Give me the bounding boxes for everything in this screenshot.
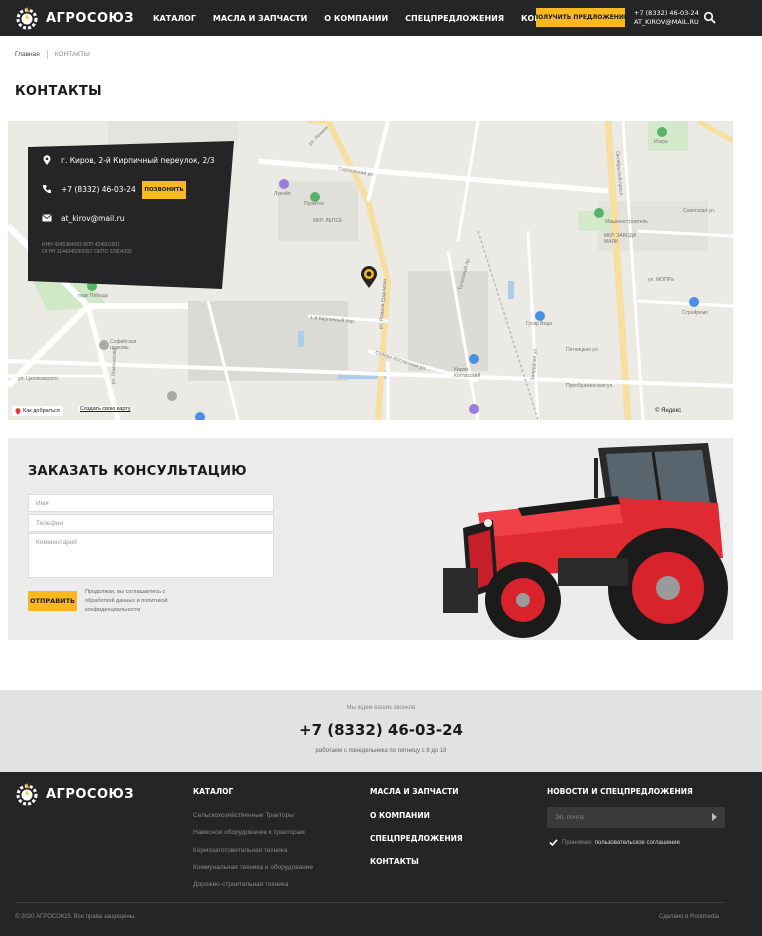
contact-email-row: at_kirov@mail.ru — [42, 213, 124, 223]
map-label-mkr-zavoda: МКР. ЗАВОДА МАЯК — [604, 233, 637, 245]
map-label-lomonosova: ул. Ломоносова — [110, 347, 118, 385]
logo-text: АГРОСОЮЗ — [46, 10, 135, 26]
footer-divider — [15, 902, 725, 903]
checkmark-icon[interactable] — [549, 838, 558, 847]
requisites-ogrn: ОГРН 1144345000357 ОКПО 32804305 — [42, 249, 133, 255]
breadcrumb-divider — [46, 50, 48, 59]
call-strip-caption: Мы ждем ваших звонков — [346, 705, 416, 711]
consultation-section: ЗАКАЗАТЬ КОНСУЛЬТАЦИЮ Имя Телефон Коммен… — [8, 438, 733, 640]
logo-gear-icon — [16, 7, 38, 30]
map-label-lukoil: Лукойл — [274, 191, 291, 197]
main-nav: КАТАЛОГ МАСЛА И ЗАПЧАСТИ О КОМПАНИИ СПЕЦ… — [153, 0, 590, 36]
footer-catalog-link[interactable]: Дорожно-строительная техника — [193, 881, 289, 888]
header-contacts: +7 (8332) 46-03-24 AT_KIROV@MAIL.RU — [634, 9, 699, 27]
map-label-promtek: Промтек — [304, 201, 324, 207]
map-label-pyatnitskaya: Пятницкая ул. — [566, 347, 599, 353]
submit-arrow-icon[interactable] — [712, 813, 717, 821]
footer-news-heading: НОВОСТИ И СПЕЦПРЕДЛОЖЕНИЯ — [547, 787, 693, 796]
breadcrumb: Главная КОНТАКТЫ — [15, 50, 90, 59]
phone-placeholder: Телефон — [36, 519, 63, 527]
name-field[interactable]: Имя — [28, 494, 274, 512]
mail-icon — [42, 214, 52, 222]
header-email[interactable]: AT_KIROV@MAIL.RU — [634, 18, 699, 27]
contact-phone[interactable]: +7 (8332) 46-03-24 — [61, 185, 136, 194]
footer-nav-about[interactable]: О КОМПАНИИ — [370, 811, 430, 820]
site-header: АГРОСОЮЗ КАТАЛОГ МАСЛА И ЗАПЧАСТИ О КОМП… — [0, 0, 762, 36]
map-label-mopra: ул. МОПРа — [648, 277, 674, 283]
footer-catalog-link[interactable]: Навесное оборудование к тракторам — [193, 829, 305, 836]
phone-icon — [42, 185, 51, 194]
nav-about[interactable]: О КОМПАНИИ — [324, 14, 388, 23]
footer-nav-offers[interactable]: СПЕЦПРЕДЛОЖЕНИЯ — [370, 834, 463, 843]
work-hours: работаем с понедельника по пятницу с 8 д… — [315, 748, 447, 754]
agreement-link[interactable]: пользовательское соглашение — [595, 840, 680, 846]
map-label-gusar-voda: Гусар Вода — [526, 321, 552, 327]
contact-phone-row: +7 (8332) 46-03-24 — [42, 184, 136, 194]
footer-logo-gear-icon — [16, 783, 38, 806]
footer-logo-text: АГРОСОЮЗ — [46, 786, 135, 802]
search-icon[interactable] — [703, 11, 717, 25]
map-label-preobrazhenskaya: Преображенская ул. — [566, 383, 614, 389]
contact-address: г. Киров, 2-й Кирпичный переулок, 2/3 — [61, 155, 215, 165]
footer-catalog-link[interactable]: Кормозаготовительная техника — [193, 847, 287, 854]
map-label-iskra: Искра — [654, 139, 668, 145]
nav-oils-parts[interactable]: МАСЛА И ЗАПЧАСТИ — [213, 14, 307, 23]
footer-nav-oils[interactable]: МАСЛА И ЗАПЧАСТИ — [370, 787, 458, 796]
phone-field[interactable]: Телефон — [28, 514, 274, 532]
footer-nav-contacts[interactable]: КОНТАКТЫ — [370, 857, 419, 866]
comment-placeholder: Комментарий — [36, 539, 77, 546]
consent-text: Продолжая, вы соглашаетесь с обработкой … — [85, 589, 168, 613]
footer-catalog-heading[interactable]: КАТАЛОГ — [193, 787, 233, 796]
map-label-sovetskaya: Советская ул. — [683, 208, 716, 214]
agreement-label: Принимаю — [562, 839, 592, 846]
nav-catalog[interactable]: КАТАЛОГ — [153, 14, 196, 23]
call-button[interactable]: ПОЗВОНИТЬ — [142, 181, 186, 199]
tractor-image — [443, 443, 728, 640]
footer-logo[interactable]: АГРОСОЮЗ — [14, 781, 134, 807]
submit-button[interactable]: ОТПРАВИТЬ — [28, 591, 77, 611]
company-requisites: ИНН 4345384002 КПП 434501001 ОГРН 114434… — [42, 242, 132, 256]
header-phone[interactable]: +7 (8332) 46-03-24 — [634, 9, 699, 18]
breadcrumb-current: КОНТАКТЫ — [54, 51, 90, 58]
consultation-title: ЗАКАЗАТЬ КОНСУЛЬТАЦИЮ — [28, 464, 247, 479]
call-strip-phone[interactable]: +7 (8332) 46-03-24 — [0, 721, 762, 739]
get-offer-button[interactable]: ПОЛУЧИТЬ ПРЕДЛОЖЕНИЕ — [533, 8, 628, 27]
map-label-tsiolkovskogo: ул. Циолковского — [18, 376, 58, 382]
logo[interactable]: АГРОСОЮЗ — [14, 5, 134, 31]
agreement-row: Принимаю пользовательское соглашение — [549, 838, 680, 847]
yandex-copyright[interactable]: © Яндекс — [655, 408, 681, 414]
footer-catalog-link[interactable]: Сельскохозяйственные Тракторы — [193, 812, 294, 819]
footer-catalog-link[interactable]: Коммунальная техника и оборудование — [193, 864, 313, 871]
copyright: © 2020 АГРОСОЮЗ. Все права защищены. — [15, 914, 136, 920]
name-placeholder: Имя — [36, 499, 49, 507]
contact-card: г. Киров, 2-й Кирпичный переулок, 2/3 +7… — [28, 141, 234, 289]
map-label-stroiremo: Стройремо — [682, 310, 709, 316]
newsletter-email-placeholder: Эл. почта — [555, 814, 584, 821]
location-pin-icon[interactable] — [360, 265, 378, 289]
breadcrumb-home[interactable]: Главная — [15, 51, 40, 58]
contact-address-row: г. Киров, 2-й Кирпичный переулок, 2/3 — [42, 155, 215, 165]
map-label-mkr-lepse: МКР. ЛЕПСЕ — [313, 218, 343, 224]
map-marker-icon — [43, 155, 51, 165]
map-label-park-pobedy: парк Победы — [78, 293, 109, 299]
contact-email[interactable]: at_kirov@mail.ru — [61, 214, 124, 223]
route-pin-icon — [15, 407, 21, 415]
nav-offers[interactable]: СПЕЦПРЕДЛОЖЕНИЯ — [405, 14, 504, 23]
made-by-link[interactable]: Сделано в Rootmedia — [659, 914, 719, 920]
call-strip: Мы ждем ваших звонков +7 (8332) 46-03-24… — [0, 690, 762, 772]
create-map-link[interactable]: Создать свою карту — [78, 406, 133, 412]
page-title: КОНТАКТЫ — [15, 84, 102, 99]
map-route-button[interactable]: Как добраться — [12, 406, 63, 416]
map-label-kirov-kotlassky: Киров-Котласский — [454, 367, 481, 379]
map-label-mashinostroitel: Машиностроитель — [605, 219, 648, 225]
contacts-page: АГРОСОЮЗ КАТАЛОГ МАСЛА И ЗАПЧАСТИ О КОМП… — [0, 0, 762, 936]
comment-field[interactable]: Комментарий — [28, 533, 274, 578]
requisites-inn: ИНН 4345384002 КПП 434501001 — [42, 242, 120, 248]
newsletter-email-input[interactable]: Эл. почта — [547, 807, 725, 828]
map-route-label: Как добраться — [23, 408, 60, 414]
site-footer: АГРОСОЮЗ КАТАЛОГ Сельскохозяйственные Тр… — [0, 772, 762, 936]
